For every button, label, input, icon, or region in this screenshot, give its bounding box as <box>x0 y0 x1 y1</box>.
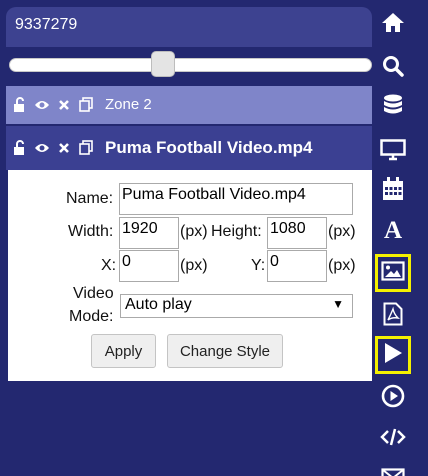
eye-icon[interactable] <box>33 139 51 157</box>
width-label: Width: <box>68 223 114 240</box>
text-icon: A <box>381 217 405 246</box>
copy-icon[interactable] <box>77 96 95 114</box>
title-text: 9337279 <box>15 16 78 33</box>
video-mode-label-line1: Video <box>73 285 114 302</box>
search-icon <box>382 55 404 82</box>
width-unit: (px) <box>180 223 208 240</box>
x-unit: (px) <box>180 257 208 274</box>
home-icon <box>381 11 405 38</box>
video-mode-label-line2: Mode: <box>69 308 114 325</box>
dropdown-arrow-icon: ▼ <box>332 297 344 311</box>
svg-text:A: A <box>384 217 402 241</box>
properties-form: Name: Puma Football Video.mp4 Width: 192… <box>8 170 372 381</box>
height-unit: (px) <box>328 223 356 240</box>
unlock-icon[interactable] <box>11 139 29 157</box>
home-button[interactable] <box>375 7 411 41</box>
image-icon <box>381 260 405 286</box>
x-label: X: <box>101 257 117 274</box>
width-input[interactable]: 1920 <box>119 217 179 249</box>
mail-icon <box>381 467 405 476</box>
y-unit: (px) <box>328 257 356 274</box>
copy-icon[interactable] <box>77 139 95 157</box>
zoom-slider-thumb[interactable] <box>151 51 176 77</box>
zoom-slider-track[interactable] <box>9 58 372 72</box>
video-play-icon <box>382 342 404 369</box>
scrollbar[interactable] <box>420 0 428 476</box>
pdf-button[interactable] <box>375 299 411 333</box>
database-button[interactable] <box>375 91 411 125</box>
file-row[interactable]: Puma Football Video.mp4 <box>6 126 372 170</box>
play-circle-icon <box>381 384 405 413</box>
calendar-button[interactable] <box>375 174 411 208</box>
name-input[interactable]: Puma Football Video.mp4 <box>119 183 353 215</box>
change-style-button[interactable]: Change Style <box>167 334 283 368</box>
title-bar: 9337279 <box>6 7 372 47</box>
code-button[interactable] <box>375 422 411 456</box>
play-circle-button[interactable] <box>375 381 411 415</box>
y-label: Y: <box>251 257 266 274</box>
monitor-icon <box>380 138 406 166</box>
video-mode-select[interactable]: Auto play ▼ <box>120 294 353 318</box>
file-label: Puma Football Video.mp4 <box>105 138 313 157</box>
zone-row[interactable]: Zone 2 <box>6 86 372 124</box>
mail-button[interactable] <box>375 462 411 476</box>
y-input[interactable]: 0 <box>267 250 327 282</box>
height-input[interactable]: 1080 <box>267 217 327 249</box>
height-label: Height: <box>211 223 262 240</box>
right-toolbar: A <box>372 0 414 476</box>
unlock-icon[interactable] <box>11 96 29 114</box>
eye-icon[interactable] <box>33 96 51 114</box>
image-button[interactable] <box>375 254 411 292</box>
database-icon <box>383 94 403 123</box>
calendar-icon <box>382 176 404 206</box>
video-play-button[interactable] <box>375 336 411 374</box>
text-button[interactable]: A <box>375 214 411 248</box>
pdf-icon <box>383 302 403 331</box>
search-button[interactable] <box>375 51 411 85</box>
close-icon[interactable] <box>55 139 73 157</box>
code-icon <box>380 427 406 452</box>
zone-label: Zone 2 <box>105 96 152 113</box>
x-input[interactable]: 0 <box>119 250 179 282</box>
name-label: Name: <box>66 190 114 207</box>
close-icon[interactable] <box>55 96 73 114</box>
video-mode-value: Auto play <box>125 296 192 313</box>
apply-button[interactable]: Apply <box>91 334 156 368</box>
monitor-button[interactable] <box>375 135 411 169</box>
